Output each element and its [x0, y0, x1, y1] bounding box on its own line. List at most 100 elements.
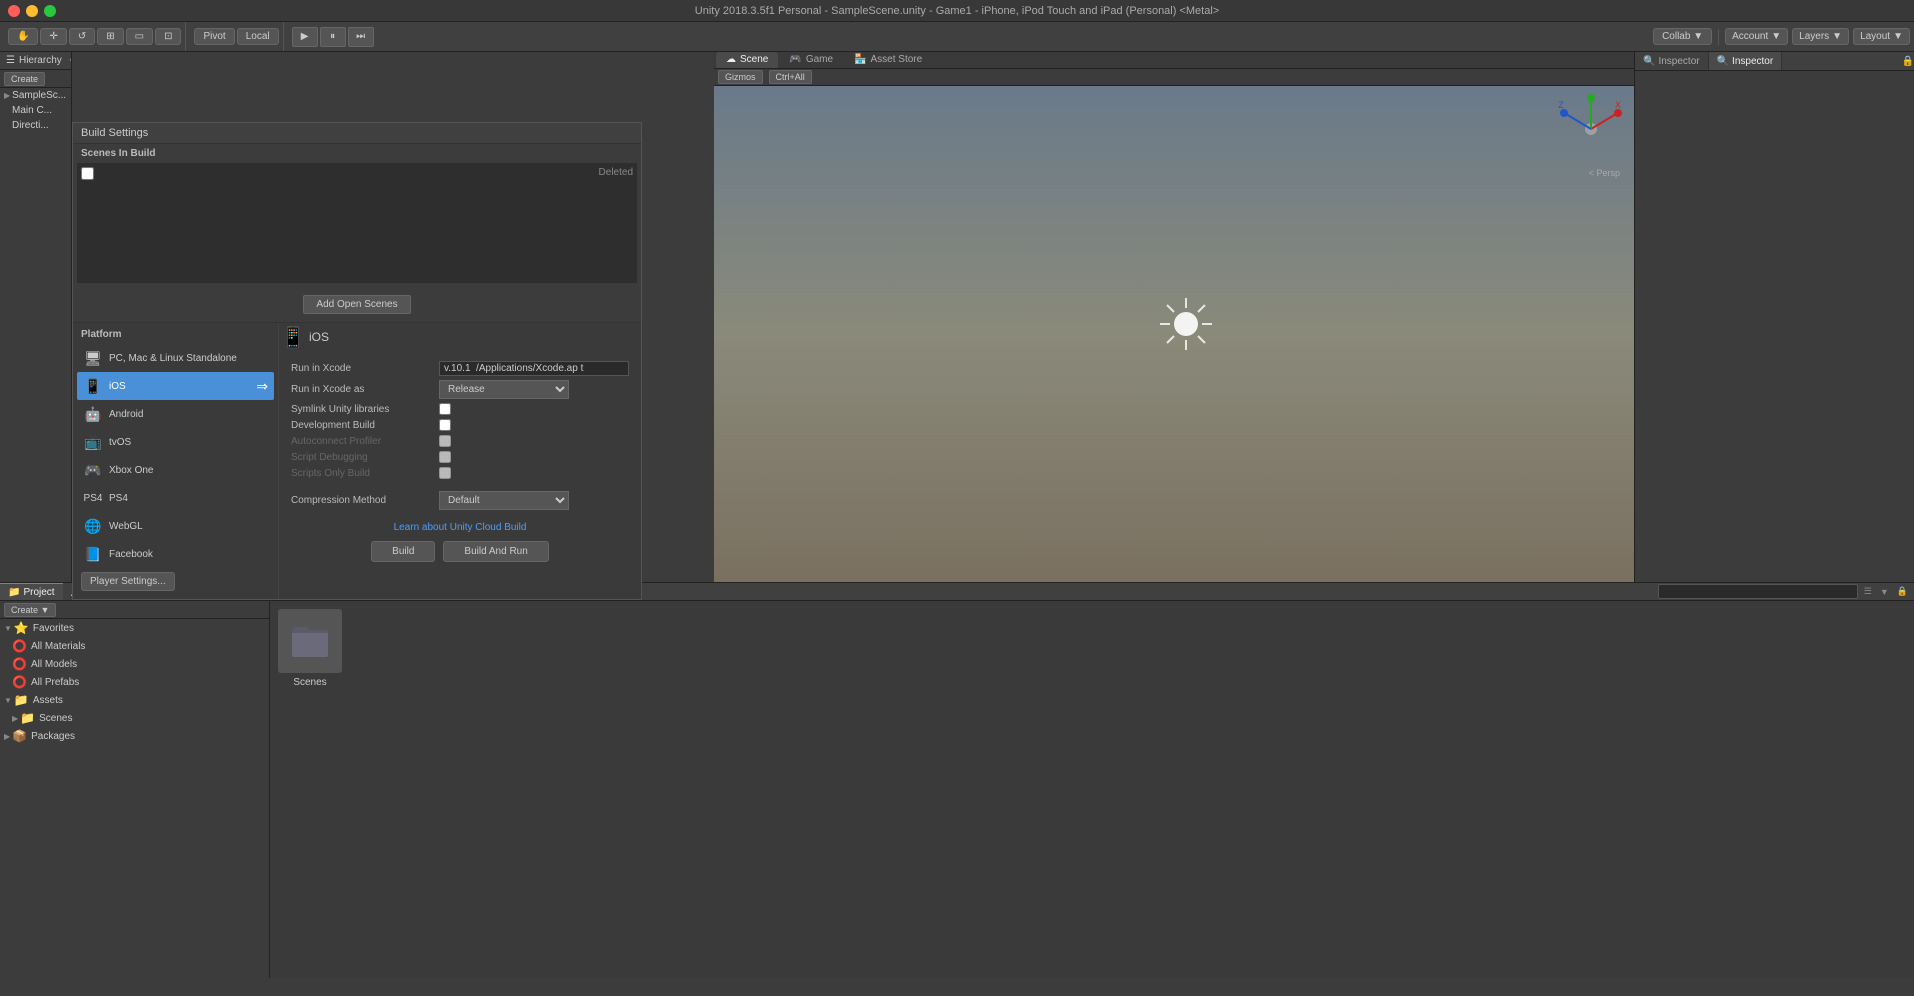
hierarchy-panel-controls: ▼ 🔒 — [66, 55, 72, 66]
layers-btn[interactable]: Layers ▼ — [1792, 28, 1849, 45]
collab-btn[interactable]: Collab ▼ — [1653, 28, 1712, 45]
rotate-tool-btn[interactable]: ↺ — [69, 28, 95, 45]
gizmo-widget: X Y Z — [1556, 94, 1626, 164]
top-content-area: ☰ Hierarchy ▼ 🔒 Create ▶ SampleSc... Mai… — [0, 52, 1914, 582]
tree-all-materials[interactable]: ⭕ All Materials — [0, 637, 269, 655]
scenes-folder-thumb — [278, 609, 342, 673]
cloud-build-link[interactable]: Learn about Unity Cloud Build — [394, 522, 527, 533]
pivot-btn[interactable]: Pivot — [194, 28, 234, 45]
hierarchy-minimize-btn[interactable]: ▼ — [66, 55, 72, 66]
symlink-checkbox[interactable] — [439, 403, 451, 415]
tree-all-models[interactable]: ⭕ All Models — [0, 655, 269, 673]
symlink-label: Symlink Unity libraries — [291, 404, 431, 415]
hierarchy-item-maincamera[interactable]: Main C... — [0, 103, 71, 118]
platform-item-ios[interactable]: 📱 iOS ⇒ — [77, 372, 274, 400]
project-create-btn[interactable]: Create ▼ — [4, 603, 56, 617]
inspector-tab-2[interactable]: 🔍 Inspector — [1709, 52, 1783, 70]
run-in-xcode-as-select[interactable]: Release Debug — [439, 380, 569, 399]
platform-item-tvos[interactable]: 📺 tvOS — [77, 428, 274, 456]
player-settings-btn[interactable]: Player Settings... — [81, 572, 175, 591]
tree-assets[interactable]: ▼ 📁 Assets — [0, 691, 269, 709]
minimize-btn[interactable] — [26, 5, 38, 17]
tree-packages[interactable]: ▶ 📦 Packages — [0, 727, 269, 745]
build-settings-title: Build Settings — [73, 123, 641, 144]
dev-build-checkbox[interactable] — [439, 419, 451, 431]
arrow-icon: ▶ — [4, 91, 10, 100]
hierarchy-header: ☰ Hierarchy ▼ 🔒 — [0, 52, 71, 70]
assets-search-input[interactable] — [1658, 584, 1858, 599]
platform-item-android[interactable]: 🤖 Android — [77, 400, 274, 428]
assets-label: Assets — [33, 695, 63, 706]
platform-name-pcmac: PC, Mac & Linux Standalone — [109, 353, 237, 364]
create-label: Create ▼ — [11, 605, 49, 615]
maximize-btn[interactable] — [44, 5, 56, 17]
hand-tool-btn[interactable]: ✋ — [8, 28, 38, 45]
tab-assetstore[interactable]: 🏪 Asset Store — [844, 52, 932, 68]
assets-lock-btn[interactable]: 🔒 — [1895, 586, 1910, 597]
local-btn[interactable]: Local — [237, 28, 279, 45]
models-icon: ⭕ — [12, 657, 27, 671]
platform-name-facebook: Facebook — [109, 549, 153, 560]
run-in-xcode-input[interactable] — [439, 361, 629, 376]
compression-select[interactable]: Default — [439, 491, 569, 510]
scene-checkbox[interactable] — [81, 167, 94, 180]
add-open-scenes-btn[interactable]: Add Open Scenes — [303, 295, 410, 314]
platform-item-pcmac[interactable]: 🖥 PC, Mac & Linux Standalone — [77, 344, 274, 372]
platform-icon-android: 🤖 — [83, 404, 103, 424]
inspector-icon-2: 🔍 — [1717, 56, 1729, 67]
compression-label: Compression Method — [291, 495, 431, 506]
platform-item-facebook[interactable]: 📘 Facebook — [77, 540, 274, 568]
all-btn[interactable]: Ctrl+All — [769, 70, 812, 84]
inspector-tab-1[interactable]: 🔍 Inspector — [1635, 52, 1709, 70]
toolbar-right: Collab ▼ Account ▼ Layers ▼ Layout ▼ — [1653, 28, 1910, 45]
layout-dropdown-icon: ▼ — [1893, 31, 1903, 42]
build-cols: Platform 🖥 PC, Mac & Linux Standalone 📱 … — [73, 323, 641, 599]
tree-scenes[interactable]: ▶ 📁 Scenes — [0, 709, 269, 727]
build-options: Run in Xcode Run in Xcode as Release Deb… — [283, 353, 637, 570]
move-tool-btn[interactable]: ✛ — [40, 28, 66, 45]
platform-item-xboxone[interactable]: 🎮 Xbox One — [77, 456, 274, 484]
scale-tool-btn[interactable]: ⊞ — [97, 28, 123, 45]
platform-item-ps4[interactable]: PS4 PS4 — [77, 484, 274, 512]
inspector-lock-btn[interactable]: 🔒 — [1902, 52, 1914, 70]
tree-favorites[interactable]: ▼ ⭐ Favorites — [0, 619, 269, 637]
platform-item-webgl[interactable]: 🌐 WebGL — [77, 512, 274, 540]
inspector-label-2: Inspector — [1732, 56, 1773, 67]
autoconnect-label: Autoconnect Profiler — [291, 436, 431, 447]
platform-section: Platform 🖥 PC, Mac & Linux Standalone 📱 … — [73, 323, 278, 599]
assets-view-btn[interactable]: ☰ — [1862, 586, 1874, 597]
run-in-xcode-row: Run in Xcode — [291, 361, 629, 376]
transform-tool-btn[interactable]: ⊡ — [155, 28, 181, 45]
layout-btn[interactable]: Layout ▼ — [1853, 28, 1910, 45]
scripts-only-row: Scripts Only Build — [291, 467, 629, 479]
platform-name-tvos: tvOS — [109, 437, 131, 448]
tree-all-prefabs[interactable]: ⭕ All Prefabs — [0, 673, 269, 691]
hierarchy-item-directionallight[interactable]: Directi... — [0, 118, 71, 133]
play-btn[interactable]: ▶ — [292, 27, 318, 47]
step-btn[interactable]: ⏭ — [348, 27, 374, 47]
build-settings-label: Build Settings — [81, 127, 148, 139]
script-debug-checkbox — [439, 451, 451, 463]
packages-icon: 📦 — [12, 729, 27, 743]
build-btn[interactable]: Build — [371, 541, 435, 562]
gizmo-axes-icon: X Y Z — [1556, 94, 1626, 164]
gizmos-btn[interactable]: Gizmos — [718, 70, 763, 84]
spacer — [291, 483, 629, 491]
assets-minimize-btn[interactable]: ▼ — [1878, 587, 1891, 597]
asset-item-scenes[interactable]: Scenes — [278, 609, 342, 970]
svg-text:Z: Z — [1558, 100, 1564, 110]
close-btn[interactable] — [8, 5, 20, 17]
tab-game[interactable]: 🎮 Game — [779, 52, 843, 68]
build-and-run-btn[interactable]: Build And Run — [443, 541, 548, 562]
account-btn[interactable]: Account ▼ — [1725, 28, 1788, 45]
create-label: Create — [11, 74, 38, 84]
game-tab-icon: 🎮 — [789, 54, 801, 65]
rect-tool-btn[interactable]: ▭ — [126, 28, 153, 45]
main-toolbar: ✋ ✛ ↺ ⊞ ▭ ⊡ Pivot Local ▶ ⏸ ⏭ Collab ▼ A… — [0, 22, 1914, 52]
tab-scene[interactable]: ☁ Scene — [716, 52, 778, 68]
hierarchy-create-btn[interactable]: Create — [4, 72, 45, 86]
pause-btn[interactable]: ⏸ — [320, 27, 346, 47]
hierarchy-item-samplescene[interactable]: ▶ SampleSc... — [0, 88, 71, 103]
platform-name-android: Android — [109, 409, 143, 420]
tab-project[interactable]: 📁 Project — [0, 583, 63, 600]
